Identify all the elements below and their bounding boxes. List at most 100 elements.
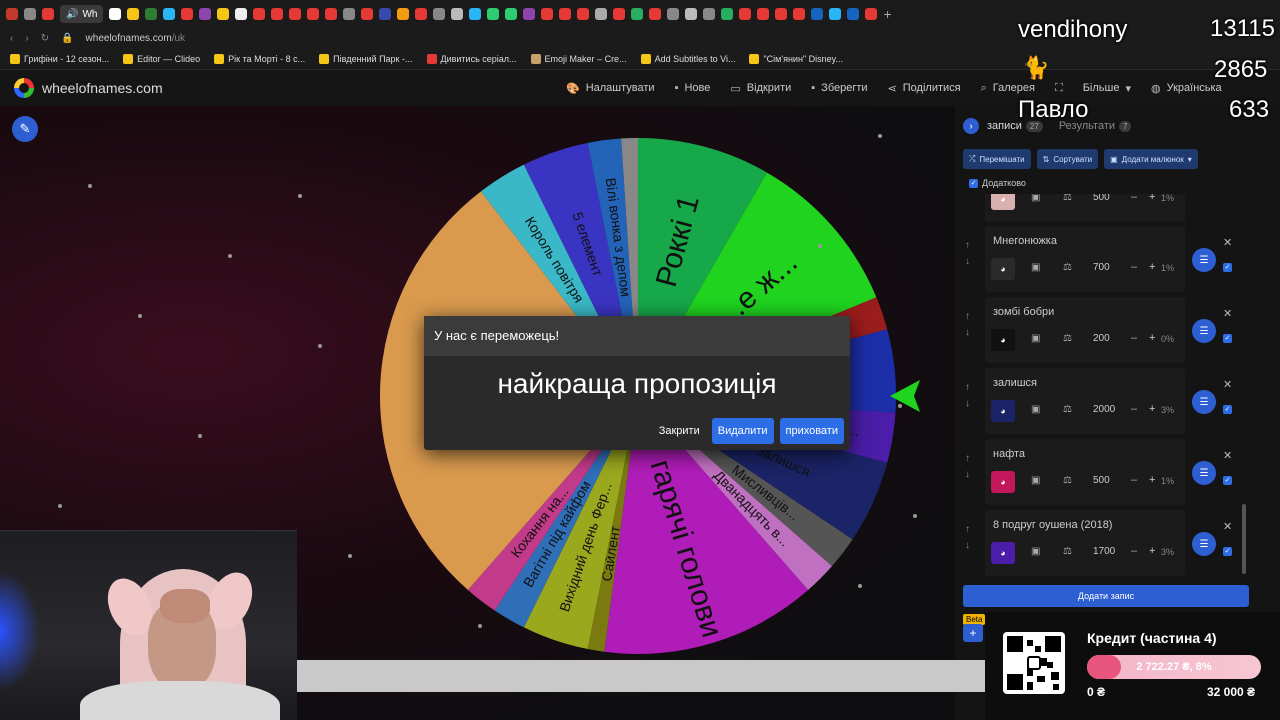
tab-favicon-icon[interactable] — [613, 8, 626, 20]
tab-favicon-icon[interactable] — [397, 8, 410, 20]
tab-favicon-icon[interactable] — [127, 8, 140, 20]
active-tab[interactable]: 🔊 Wh — [60, 5, 104, 23]
weight-minus-button[interactable]: – — [1131, 474, 1137, 486]
tab-favicon-icon[interactable] — [163, 8, 176, 20]
entry-name-field[interactable]: Мнегонюжка — [993, 232, 1179, 250]
weight-minus-button[interactable]: – — [1131, 545, 1137, 557]
nav-item[interactable]: Більше ▾ — [1083, 82, 1131, 95]
collapse-panel-button[interactable]: › — [963, 118, 979, 134]
forward-icon[interactable]: › — [25, 33, 28, 44]
tab-favicon-icon[interactable] — [235, 8, 248, 20]
tab-favicon-icon[interactable] — [667, 8, 680, 20]
reorder-arrows-icon[interactable]: ↑ ↓ — [965, 309, 970, 341]
entry-settings-button[interactable]: ☰ — [1192, 532, 1216, 556]
tab-favicon-icon[interactable] — [415, 8, 428, 20]
bookmark-item[interactable]: Рік та Морті - 8 с... — [214, 53, 305, 64]
entry-remove-icon[interactable]: ✕ — [1223, 520, 1232, 533]
weight-minus-button[interactable]: – — [1131, 403, 1137, 415]
tab-favicon-icon[interactable] — [433, 8, 446, 20]
tab-favicon-icon[interactable] — [703, 8, 716, 20]
tab-favicon-icon[interactable] — [865, 8, 878, 20]
tab-favicon-icon[interactable] — [757, 8, 770, 20]
tab-favicon-icon[interactable] — [469, 8, 482, 20]
entry-enabled-checkbox[interactable]: ✓ — [1223, 469, 1232, 487]
entry-color-swatch[interactable]: ◕ — [991, 329, 1015, 351]
nav-item[interactable]: ◍ Українська — [1151, 82, 1222, 95]
nav-item[interactable]: ⌕ Галерея — [981, 82, 1035, 95]
entry-settings-button[interactable]: ☰ — [1192, 390, 1216, 414]
entry-weight[interactable]: 2000 — [1093, 404, 1115, 415]
tab-favicon-icon[interactable] — [42, 8, 54, 20]
entry-weight[interactable]: 500 — [1093, 194, 1110, 203]
entry-weight[interactable]: 1700 — [1093, 546, 1115, 557]
entry-name-field[interactable]: зомбі бобри — [993, 303, 1179, 321]
entry-settings-button[interactable]: ☰ — [1192, 461, 1216, 485]
image-icon[interactable]: ▣ — [1031, 262, 1040, 273]
entry-color-swatch[interactable]: ◕ — [991, 542, 1015, 564]
tab-favicon-icon[interactable] — [685, 8, 698, 20]
tab-favicon-icon[interactable] — [577, 8, 590, 20]
reorder-arrows-icon[interactable]: ↑ ↓ — [965, 451, 970, 483]
tab-favicon-icon[interactable] — [559, 8, 572, 20]
tab-favicon-icon[interactable] — [847, 8, 860, 20]
bookmark-item[interactable]: Editor — Clideo — [123, 53, 200, 64]
entry-name-field[interactable]: нафта — [993, 445, 1179, 463]
tab-favicon-icon[interactable] — [811, 8, 824, 20]
tab-favicon-icon[interactable] — [523, 8, 536, 20]
entry-remove-icon[interactable]: ✕ — [1223, 378, 1232, 391]
tab-favicon-icon[interactable] — [6, 8, 18, 20]
nav-item[interactable]: 🎨 Налаштувати — [566, 82, 655, 95]
nav-item[interactable]: ⛶ — [1055, 82, 1063, 95]
shuffle-button[interactable]: ⤮ Перемішати — [963, 149, 1031, 169]
entry-name-field[interactable]: залишся — [993, 374, 1179, 392]
tab-favicon-icon[interactable] — [379, 8, 392, 20]
entries-scrollbar[interactable] — [1242, 504, 1246, 574]
entry-color-swatch[interactable]: ◕ — [991, 471, 1015, 493]
entry-color-swatch[interactable]: ◕ — [991, 258, 1015, 280]
url-field[interactable]: wheelofnames.com/uk — [86, 33, 186, 44]
tab-favicon-icon[interactable] — [739, 8, 752, 20]
nav-item[interactable]: ▪ Нове — [675, 82, 711, 94]
weight-plus-button[interactable]: + — [1149, 545, 1155, 557]
tab-favicon-icon[interactable] — [361, 8, 374, 20]
entry-remove-icon[interactable]: ✕ — [1223, 449, 1232, 462]
image-icon[interactable]: ▣ — [1031, 475, 1040, 486]
image-icon[interactable]: ▣ — [1031, 546, 1040, 557]
entry-name-field[interactable]: 8 подруг оушена (2018) — [993, 516, 1179, 534]
tab-favicon-icon[interactable] — [775, 8, 788, 20]
add-image-button[interactable]: ▣ Додати малюнок ▾ — [1104, 149, 1198, 169]
tab-favicon-icon[interactable] — [145, 8, 158, 20]
entry-color-swatch[interactable]: ◕ — [991, 194, 1015, 210]
entry-enabled-checkbox[interactable]: ✓ — [1223, 540, 1232, 558]
entry-remove-icon[interactable]: ✕ — [1223, 307, 1232, 320]
tab-favicon-icon[interactable] — [199, 8, 212, 20]
reload-icon[interactable]: ↻ — [41, 33, 49, 44]
add-entry-button[interactable]: Додати запис — [963, 585, 1249, 607]
advanced-toggle[interactable]: ✓ Додатково — [969, 178, 1026, 188]
tab-favicon-icon[interactable] — [24, 8, 36, 20]
reorder-arrows-icon[interactable]: ↑ ↓ — [965, 238, 970, 270]
bookmark-item[interactable]: Emoji Maker – Cre... — [530, 53, 627, 64]
nav-item[interactable]: ⋖ Поділитися — [888, 82, 961, 95]
image-icon[interactable]: ▣ — [1031, 333, 1040, 344]
entry-settings-button[interactable]: ☰ — [1192, 319, 1216, 343]
tab-favicon-icon[interactable] — [505, 8, 518, 20]
back-icon[interactable]: ‹ — [10, 33, 13, 44]
weight-minus-button[interactable]: – — [1131, 194, 1137, 203]
entry-weight[interactable]: 500 — [1093, 475, 1110, 486]
tab-favicon-icon[interactable] — [451, 8, 464, 20]
nav-item[interactable]: ▭ Відкрити — [730, 82, 791, 95]
tab-favicon-icon[interactable] — [343, 8, 356, 20]
bookmark-item[interactable]: Південний Парк -... — [319, 53, 413, 64]
image-icon[interactable]: ▣ — [1031, 194, 1040, 203]
weight-minus-button[interactable]: – — [1131, 261, 1137, 273]
reorder-arrows-icon[interactable]: ↑ ↓ — [965, 380, 970, 412]
reorder-arrows-icon[interactable]: ↑ ↓ — [965, 522, 970, 554]
entry-enabled-checkbox[interactable]: ✓ — [1223, 398, 1232, 416]
nav-item[interactable]: ▪ Зберегти — [811, 82, 867, 94]
remove-button[interactable]: Видалити — [711, 418, 774, 444]
weight-plus-button[interactable]: + — [1149, 474, 1155, 486]
tab-favicon-icon[interactable] — [289, 8, 302, 20]
hide-button[interactable]: приховати — [779, 418, 844, 444]
weight-minus-button[interactable]: – — [1131, 332, 1137, 344]
